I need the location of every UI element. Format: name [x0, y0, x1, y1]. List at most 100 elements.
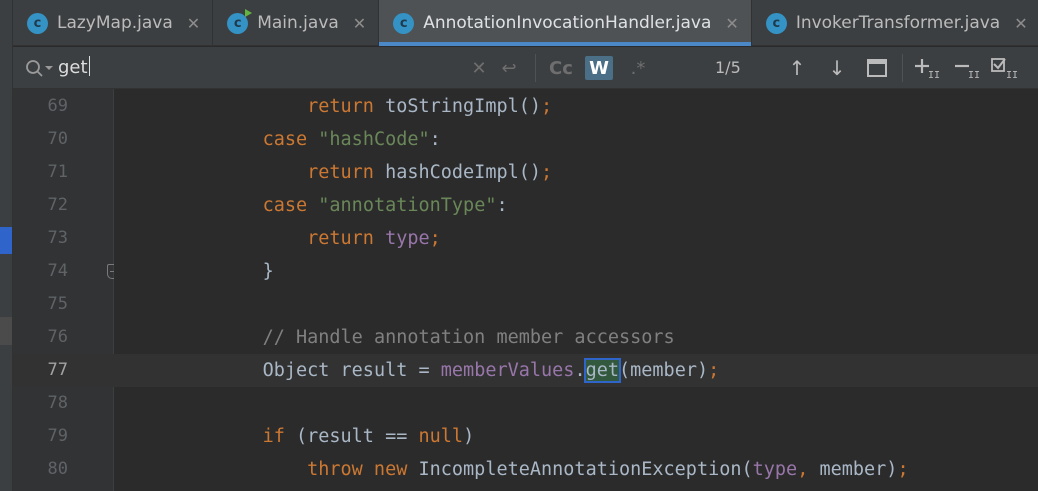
tab-3[interactable]: c InvokerTransformer.java ✕ [752, 0, 1038, 46]
search-history-icon[interactable] [25, 59, 53, 77]
code-line[interactable]: Object result = memberValues.get(member)… [114, 354, 1038, 387]
line-number: 79 [47, 426, 68, 446]
editor-tab-bar: c LazyMap.java ✕ c Main.java ✕ c AnnotationInvo… [13, 0, 1038, 46]
code-token: member) [819, 459, 898, 480]
code-editor[interactable]: return toStringImpl(); case "hashCode": … [114, 89, 1038, 491]
class-run-icon: c [227, 8, 253, 34]
select-all-icon[interactable]: II [990, 56, 1020, 80]
code-token: , [797, 459, 820, 480]
code-line[interactable]: if (result == null) [114, 420, 1038, 453]
code-token: // Handle annotation member accessors [262, 327, 675, 348]
match-case-toggle[interactable]: Cc [546, 56, 576, 80]
line-number: 72 [47, 195, 68, 215]
line-number-gutter[interactable]: 69 70 71 72 73 74 75 76 77 78 79 80 [13, 89, 120, 491]
class-icon: c [27, 12, 48, 34]
tool-strip-active-marker[interactable] [0, 227, 12, 254]
new-line-icon[interactable]: ↩ [497, 56, 521, 80]
tool-strip-marker[interactable] [0, 317, 12, 345]
code-line[interactable] [114, 288, 1038, 321]
remove-selection-icon[interactable]: II [953, 56, 981, 80]
tab-1[interactable]: c Main.java ✕ [213, 0, 380, 46]
line-number: 74 [47, 261, 68, 281]
code-token: "annotationType" [318, 195, 497, 216]
code-token: hashCodeImpl() [373, 162, 542, 183]
code-token: case [262, 195, 308, 216]
line-number: 70 [47, 129, 68, 149]
previous-occurrence-icon[interactable]: ↑ [785, 56, 809, 80]
svg-text:II: II [968, 70, 980, 80]
clear-search-icon[interactable]: ✕ [467, 56, 491, 80]
code-line[interactable]: case "hashCode": [114, 123, 1038, 156]
close-tab-icon[interactable]: ✕ [187, 14, 200, 33]
code-token: : [496, 195, 508, 216]
search-match-highlight: get [583, 358, 622, 383]
code-token: } [262, 261, 274, 282]
svg-text:II: II [1006, 70, 1018, 80]
code-token: type [385, 228, 430, 249]
code-token: type [752, 459, 798, 480]
find-bar: get ✕ ↩ Cc W .* 1/5 ↑ ↓ II II II [13, 47, 1038, 89]
tab-label: InvokerTransformer.java [795, 13, 1001, 33]
code-line[interactable]: case "annotationType": [114, 189, 1038, 222]
code-token: ) [463, 426, 475, 447]
match-counter: 1/5 [715, 58, 741, 77]
code-token: return [307, 228, 374, 249]
code-line[interactable]: } [114, 255, 1038, 288]
code-token: IncompleteAnnotationException( [407, 459, 753, 480]
code-token: memberValues [440, 360, 575, 381]
code-token: : [429, 129, 441, 150]
code-token: (result == [284, 426, 419, 447]
words-toggle[interactable]: W [585, 56, 613, 80]
code-line[interactable]: // Handle annotation member accessors [114, 321, 1038, 354]
close-tab-icon[interactable]: ✕ [353, 14, 366, 33]
line-number: 78 [47, 393, 68, 413]
code-token: if [262, 426, 285, 447]
next-occurrence-icon[interactable]: ↓ [825, 56, 849, 80]
code-token: "hashCode" [318, 129, 430, 150]
code-token: ; [429, 228, 441, 249]
tab-label: AnnotationInvocationHandler.java [423, 13, 712, 33]
line-number: 69 [47, 96, 68, 116]
code-token: (member) [619, 360, 709, 381]
tab-2[interactable]: c AnnotationInvocationHandler.java ✕ [379, 0, 752, 46]
code-token: return [307, 162, 374, 183]
tab-label: Main.java [257, 13, 339, 33]
tab-label: LazyMap.java [57, 13, 173, 33]
line-number: 73 [47, 228, 68, 248]
code-line[interactable]: throw new IncompleteAnnotationException(… [114, 453, 1038, 486]
line-number: 71 [47, 162, 68, 182]
code-token: . [574, 360, 586, 381]
class-icon: c [393, 12, 415, 34]
tab-0[interactable]: c LazyMap.java ✕ [13, 0, 214, 46]
code-token: case [262, 129, 308, 150]
line-number: 75 [47, 294, 68, 314]
code-line[interactable]: return toStringImpl(); [114, 90, 1038, 123]
code-line[interactable]: return type; [114, 222, 1038, 255]
search-input[interactable]: get [58, 56, 90, 78]
close-tab-icon[interactable]: ✕ [1014, 14, 1027, 33]
class-icon: c [765, 12, 787, 34]
code-token: toStringImpl() [373, 96, 542, 117]
add-selection-icon[interactable]: II [913, 56, 941, 80]
code-line[interactable]: return hashCodeImpl(); [114, 156, 1038, 189]
line-number: 77 [47, 360, 68, 380]
svg-text:II: II [928, 70, 940, 80]
select-all-occurrences-icon[interactable] [866, 56, 888, 80]
code-line[interactable] [114, 387, 1038, 420]
line-number: 76 [47, 327, 68, 347]
regex-toggle[interactable]: .* [624, 56, 652, 80]
close-tab-icon[interactable]: ✕ [725, 14, 738, 33]
